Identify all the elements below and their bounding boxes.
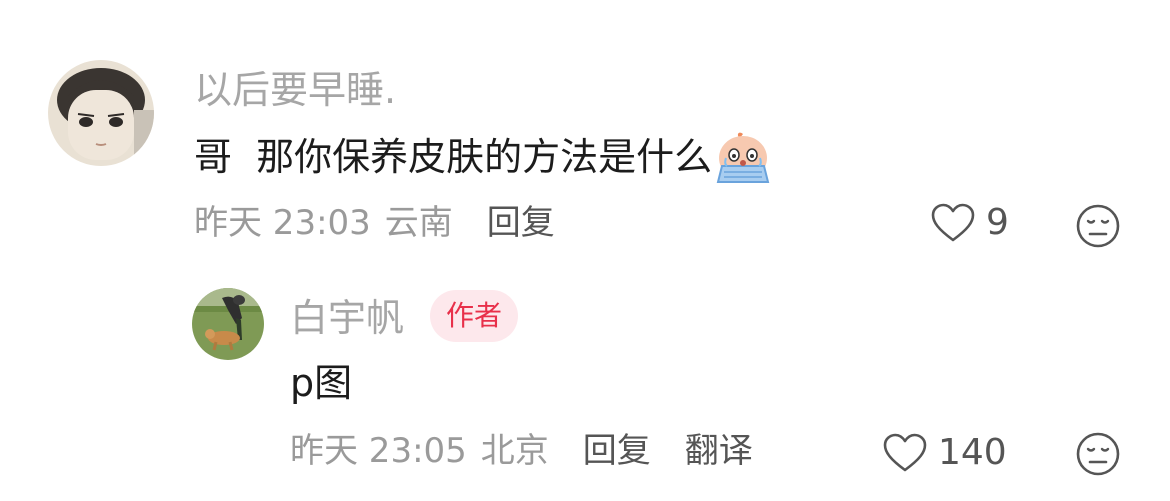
reply-meta: 昨天 23:05 北京 回复 翻译 bbox=[290, 434, 753, 468]
comment-meta: 昨天 23:03 云南 回复 bbox=[194, 206, 555, 240]
reply-text: p图 bbox=[290, 361, 353, 405]
heart-outline-icon bbox=[930, 202, 976, 244]
dislike-button[interactable] bbox=[1075, 203, 1121, 253]
like-button[interactable]: 140 bbox=[882, 432, 1007, 474]
meh-face-icon bbox=[1075, 203, 1121, 249]
comment-text: 哥 那你保养皮肤的方法是什么 bbox=[194, 135, 713, 179]
like-count: 9 bbox=[986, 202, 1009, 243]
comment-item: 以后要早睡. 哥 那你保养皮肤的方法是什么 昨天 23:03 云南 回复 9 bbox=[0, 0, 1170, 260]
heart-outline-icon bbox=[882, 432, 928, 474]
translate-button[interactable]: 翻译 bbox=[685, 434, 753, 468]
comment-time: 昨天 23:03 bbox=[194, 203, 371, 243]
reply-item: 白宇帆 作者 p图 昨天 23:05 北京 回复 翻译 140 bbox=[0, 260, 1170, 501]
reply-button[interactable]: 回复 bbox=[487, 206, 555, 240]
dislike-button[interactable] bbox=[1075, 431, 1121, 481]
comment-location: 云南 bbox=[384, 203, 453, 243]
crying-emoji-icon bbox=[714, 130, 772, 184]
comment-body: 哥 那你保养皮肤的方法是什么 bbox=[194, 130, 772, 184]
avatar[interactable] bbox=[48, 60, 154, 166]
meh-face-icon bbox=[1075, 431, 1121, 477]
reply-username[interactable]: 白宇帆 bbox=[290, 299, 404, 337]
author-badge: 作者 bbox=[430, 290, 519, 342]
like-button[interactable]: 9 bbox=[930, 202, 1009, 244]
like-count: 140 bbox=[938, 432, 1007, 473]
comment-username[interactable]: 以后要早睡. bbox=[194, 71, 396, 109]
reply-button[interactable]: 回复 bbox=[583, 434, 651, 468]
avatar[interactable] bbox=[192, 288, 264, 360]
reply-time: 昨天 23:05 bbox=[290, 431, 467, 471]
reply-location: 北京 bbox=[480, 431, 549, 471]
